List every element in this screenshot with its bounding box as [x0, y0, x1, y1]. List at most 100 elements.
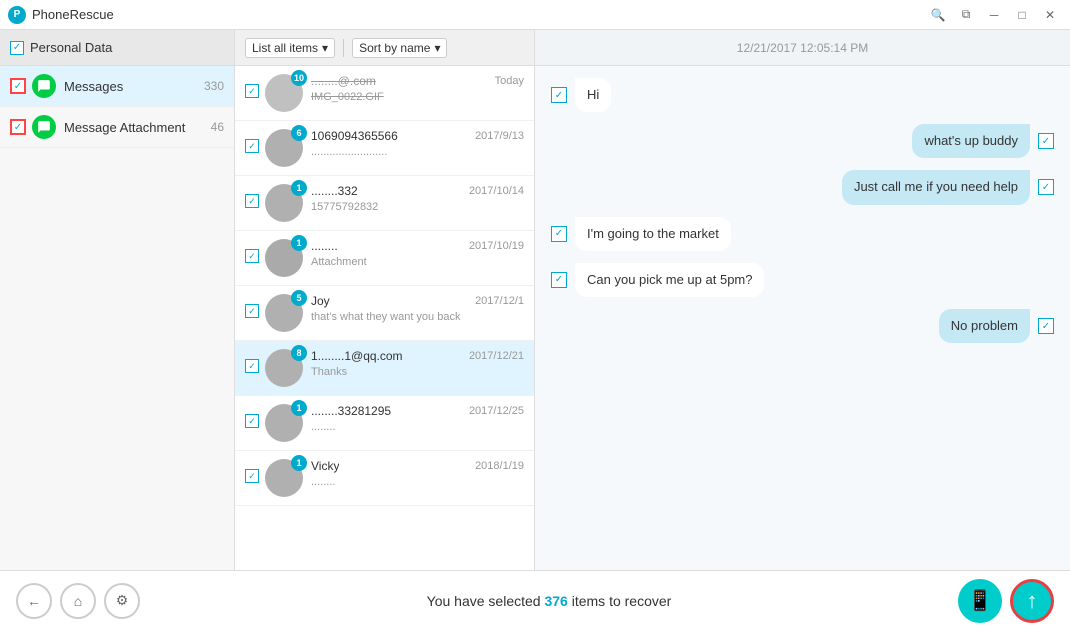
minimize-icon[interactable]: ─: [982, 3, 1006, 27]
sort-button[interactable]: Sort by name ▾: [352, 38, 447, 58]
msg-badge: 8: [291, 345, 307, 361]
msg-date: 2017/12/21: [469, 350, 524, 362]
list-item[interactable]: 1 Vicky 2018/1/19 ........: [235, 451, 534, 506]
restore-device-icon: 📱: [968, 588, 993, 613]
restore-icon[interactable]: ⧉: [954, 3, 978, 27]
list-item[interactable]: 6 1069094365566 2017/9/13 ..............…: [235, 121, 534, 176]
chat-message-row: No problem: [551, 309, 1054, 343]
window-controls: 🔍 ⧉ ─ □ ✕: [926, 3, 1062, 27]
msg-content: ........332 2017/10/14 15775792832: [311, 184, 524, 213]
home-button[interactable]: ⌂: [60, 583, 96, 619]
bottom-bar: ← ⌂ ⚙ You have selected 376 items to rec…: [0, 570, 1070, 630]
chat-bubble: what's up buddy: [912, 124, 1030, 158]
msg-select-checkbox[interactable]: [1038, 318, 1054, 334]
msg-item-checkbox[interactable]: [245, 359, 259, 373]
msg-select-checkbox[interactable]: [1038, 133, 1054, 149]
msg-badge: 1: [291, 400, 307, 416]
msg-top: ........ 2017/10/19: [311, 239, 524, 253]
msg-top: ........33281295 2017/12/25: [311, 404, 524, 418]
avatar-wrap: 1: [265, 184, 303, 222]
list-item[interactable]: 8 1........1@qq.com 2017/12/21 Thanks: [235, 341, 534, 396]
msg-top: Vicky 2018/1/19: [311, 459, 524, 473]
sort-label: Sort by name: [359, 41, 430, 55]
export-icon: ↑: [1027, 588, 1038, 614]
msg-date: 2017/12/1: [475, 295, 524, 307]
item-count: 376: [544, 593, 567, 609]
message-list-scroll[interactable]: 10 ........@.com Today IMG_0022.GIF 6: [235, 66, 534, 570]
msg-badge: 10: [291, 70, 307, 86]
bottom-nav: ← ⌂ ⚙: [16, 583, 140, 619]
status-text: You have selected: [427, 593, 541, 609]
settings-button[interactable]: ⚙: [104, 583, 140, 619]
filter-chevron-icon: ▾: [322, 41, 328, 55]
gear-icon: ⚙: [116, 592, 129, 609]
list-item[interactable]: 5 Joy 2017/12/1 that's what they want yo…: [235, 286, 534, 341]
search-icon[interactable]: 🔍: [926, 3, 950, 27]
msg-badge: 1: [291, 235, 307, 251]
maximize-icon[interactable]: □: [1010, 3, 1034, 27]
msg-name: ........@.com: [311, 74, 376, 88]
restore-to-device-button[interactable]: 📱: [958, 579, 1002, 623]
back-button[interactable]: ←: [16, 583, 52, 619]
chat-panel: 12/21/2017 12:05:14 PM Hi what's up budd…: [535, 30, 1070, 570]
attachment-checkbox[interactable]: [10, 119, 26, 135]
sidebar-scroll: Messages 330 Message Attachment 46: [0, 66, 234, 570]
msg-name: ........33281295: [311, 404, 391, 418]
msg-item-checkbox[interactable]: [245, 249, 259, 263]
list-item[interactable]: 1 ........332 2017/10/14 15775792832: [235, 176, 534, 231]
avatar-wrap: 6: [265, 129, 303, 167]
sidebar-header: Personal Data: [0, 30, 234, 66]
titlebar: P PhoneRescue 🔍 ⧉ ─ □ ✕: [0, 0, 1070, 30]
msg-badge: 5: [291, 290, 307, 306]
msg-badge: 6: [291, 125, 307, 141]
filter-label: List all items: [252, 41, 318, 55]
msg-item-checkbox[interactable]: [245, 414, 259, 428]
list-item[interactable]: 1 ........33281295 2017/12/25 ........: [235, 396, 534, 451]
personal-data-checkbox[interactable]: [10, 41, 24, 55]
avatar-wrap: 8: [265, 349, 303, 387]
msg-content: Joy 2017/12/1 that's what they want you …: [311, 294, 524, 323]
header-separator: [343, 39, 344, 57]
messages-checkbox[interactable]: [10, 78, 26, 94]
list-item[interactable]: 1 ........ 2017/10/19 Attachment: [235, 231, 534, 286]
msg-date: 2017/9/13: [475, 130, 524, 142]
msg-select-checkbox[interactable]: [551, 87, 567, 103]
close-icon[interactable]: ✕: [1038, 3, 1062, 27]
sidebar-item-messages[interactable]: Messages 330: [0, 66, 234, 107]
chat-header: 12/21/2017 12:05:14 PM: [535, 30, 1070, 66]
msg-top: 1........1@qq.com 2017/12/21: [311, 349, 524, 363]
message-list-panel: List all items ▾ Sort by name ▾ 10 .....…: [235, 30, 535, 570]
msg-date: 2018/1/19: [475, 460, 524, 472]
msg-top: ........332 2017/10/14: [311, 184, 524, 198]
msg-item-checkbox[interactable]: [245, 304, 259, 318]
msg-name: Vicky: [311, 459, 339, 473]
list-filter-button[interactable]: List all items ▾: [245, 38, 335, 58]
chat-message-row: Can you pick me up at 5pm?: [551, 263, 1054, 297]
list-item[interactable]: 10 ........@.com Today IMG_0022.GIF: [235, 66, 534, 121]
msg-item-checkbox[interactable]: [245, 84, 259, 98]
chat-message-row: Just call me if you need help: [551, 170, 1054, 204]
chat-bubble: No problem: [939, 309, 1030, 343]
home-icon: ⌂: [74, 593, 82, 609]
msg-select-checkbox[interactable]: [551, 272, 567, 288]
msg-select-checkbox[interactable]: [1038, 179, 1054, 195]
msg-date: 2017/10/14: [469, 185, 524, 197]
sidebar-item-attachment[interactable]: Message Attachment 46: [0, 107, 234, 148]
msg-content: Vicky 2018/1/19 ........: [311, 459, 524, 488]
msg-preview: ........: [311, 421, 524, 433]
attachment-label: Message Attachment: [64, 120, 211, 135]
msg-item-checkbox[interactable]: [245, 139, 259, 153]
export-button[interactable]: ↑: [1010, 579, 1054, 623]
chat-message-row: I'm going to the market: [551, 217, 1054, 251]
chat-timestamp: 12/21/2017 12:05:14 PM: [737, 41, 868, 55]
msg-item-checkbox[interactable]: [245, 194, 259, 208]
chat-bubble: I'm going to the market: [575, 217, 731, 251]
msg-select-checkbox[interactable]: [551, 226, 567, 242]
msg-badge: 1: [291, 455, 307, 471]
avatar-wrap: 1: [265, 239, 303, 277]
chat-bubble: Hi: [575, 78, 611, 112]
msg-preview: Thanks: [311, 366, 524, 378]
msg-preview: 15775792832: [311, 201, 524, 213]
msg-item-checkbox[interactable]: [245, 469, 259, 483]
msg-content: ........33281295 2017/12/25 ........: [311, 404, 524, 433]
